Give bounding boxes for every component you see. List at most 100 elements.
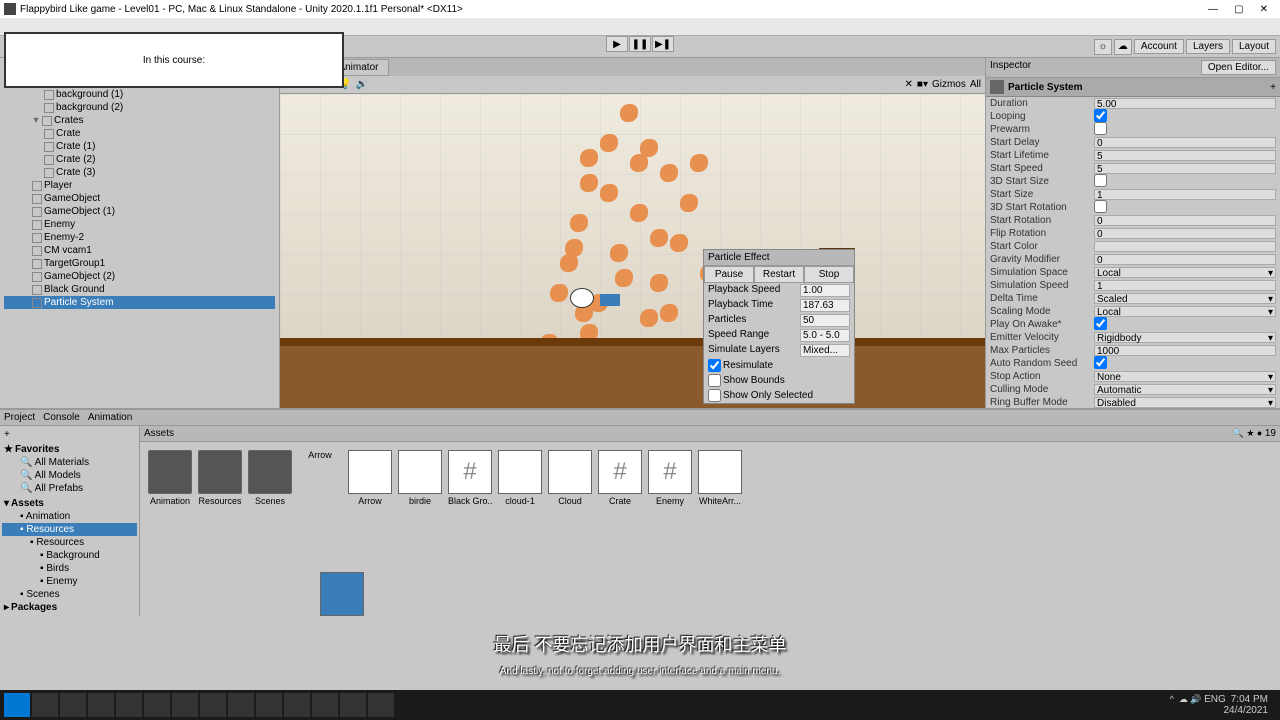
hierarchy-item[interactable]: background (2)	[4, 101, 275, 114]
inspector-property[interactable]: Looping	[986, 110, 1280, 123]
asset-item[interactable]: Cloud	[548, 450, 592, 608]
folder-item[interactable]: ▪ Enemy	[2, 575, 137, 588]
inspector-property[interactable]: Simulation SpaceLocal	[986, 266, 1280, 279]
inspector-property[interactable]: Max Particles1000	[986, 344, 1280, 357]
folder-item[interactable]: ▪ Scenes	[2, 588, 137, 601]
hierarchy-item[interactable]: Crate (3)	[4, 166, 275, 179]
step-button[interactable]: ▶❚	[652, 36, 674, 52]
taskbar-icon[interactable]	[88, 693, 114, 717]
folder-item[interactable]: ▪ Birds	[2, 562, 137, 575]
taskbar-icon[interactable]	[144, 693, 170, 717]
taskbar-icon[interactable]	[228, 693, 254, 717]
inspector-property[interactable]: Start Size1	[986, 188, 1280, 201]
asset-item[interactable]: Animation	[148, 450, 192, 608]
inspector-property[interactable]: Flip Rotation0	[986, 227, 1280, 240]
resimulate-checkbox[interactable]	[708, 359, 721, 372]
hierarchy-item[interactable]: Crate (1)	[4, 140, 275, 153]
inspector-property[interactable]: Start Speed5	[986, 162, 1280, 175]
folder-item[interactable]: ▪ Background	[2, 549, 137, 562]
asset-item[interactable]: #Enemy	[648, 450, 692, 608]
hierarchy-item[interactable]: Black Ground	[4, 283, 275, 296]
tool-icon[interactable]: ☼	[1094, 39, 1112, 55]
inspector-property[interactable]: Ring Buffer ModeDisabled	[986, 396, 1280, 408]
asset-item[interactable]: birdie	[398, 450, 442, 608]
taskbar-icon[interactable]	[32, 693, 58, 717]
add-icon[interactable]: +	[1270, 82, 1276, 93]
pause-button[interactable]: Pause	[704, 266, 754, 283]
open-editor-button[interactable]: Open Editor...	[1201, 60, 1276, 75]
account-button[interactable]: Account	[1134, 39, 1184, 54]
show-bounds-checkbox[interactable]	[708, 374, 721, 387]
hierarchy-item[interactable]: Enemy	[4, 218, 275, 231]
hierarchy-item[interactable]: background (1)	[4, 88, 275, 101]
folder-item[interactable]: ▪ Animation	[2, 510, 137, 523]
inspector-property[interactable]: Emitter VelocityRigidbody	[986, 331, 1280, 344]
taskbar-icon[interactable]	[116, 693, 142, 717]
layers-button[interactable]: Layers	[1186, 39, 1230, 54]
inspector-property[interactable]: Start Rotation0	[986, 214, 1280, 227]
gizmos-dropdown[interactable]: Gizmos	[932, 79, 966, 90]
asset-item[interactable]: #Black Gro...	[448, 450, 492, 608]
folder-item[interactable]: ▪ Resources	[2, 523, 137, 536]
asset-item[interactable]: Resources	[198, 450, 242, 608]
scene-view[interactable]: Particle Effect Pause Restart Stop Playb…	[280, 94, 985, 408]
maximize-icon[interactable]: ▢	[1234, 4, 1243, 15]
asset-item[interactable]: Scenes	[248, 450, 292, 608]
inspector-property[interactable]: Start Color	[986, 240, 1280, 253]
asset-item[interactable]: cloud-1	[498, 450, 542, 608]
asset-item[interactable]: Arrow	[298, 450, 342, 608]
hierarchy-item[interactable]: Enemy-2	[4, 231, 275, 244]
system-tray[interactable]: ^ ☁ 🔊 ENG 7:04 PM24/4/2021	[1170, 694, 1276, 716]
inspector-property[interactable]: Play On Awake*	[986, 318, 1280, 331]
taskbar-icon[interactable]	[284, 693, 310, 717]
show-only-checkbox[interactable]	[708, 389, 721, 402]
hierarchy-item[interactable]: CM vcam1	[4, 244, 275, 257]
favorite-item[interactable]: 🔍 All Materials	[2, 456, 137, 469]
taskbar-icon[interactable]	[256, 693, 282, 717]
hierarchy-item[interactable]: TargetGroup1	[4, 257, 275, 270]
inspector-property[interactable]: Stop ActionNone	[986, 370, 1280, 383]
folder-item[interactable]: ▪ Resources	[2, 536, 137, 549]
hierarchy-item[interactable]: Player	[4, 179, 275, 192]
favorite-item[interactable]: 🔍 All Prefabs	[2, 482, 137, 495]
minimize-icon[interactable]: —	[1208, 4, 1218, 15]
add-asset-button[interactable]: +	[4, 429, 10, 440]
hierarchy-item[interactable]: GameObject	[4, 192, 275, 205]
inspector-property[interactable]: Duration5.00	[986, 97, 1280, 110]
inspector-property[interactable]: 3D Start Size	[986, 175, 1280, 188]
inspector-property[interactable]: Auto Random Seed	[986, 357, 1280, 370]
tab-animation[interactable]: Animation	[88, 412, 132, 423]
close-icon[interactable]: ✕	[1260, 4, 1268, 15]
hierarchy-item[interactable]: Crate (2)	[4, 153, 275, 166]
restart-button[interactable]: Restart	[754, 266, 804, 283]
inspector-property[interactable]: Simulation Speed1	[986, 279, 1280, 292]
taskbar-icon[interactable]	[368, 693, 394, 717]
hierarchy-item[interactable]: Crate	[4, 127, 275, 140]
hierarchy-item[interactable]: Particle System	[4, 296, 275, 309]
asset-item[interactable]: WhiteArr...	[698, 450, 742, 608]
taskbar-icon[interactable]	[312, 693, 338, 717]
inspector-property[interactable]: Culling ModeAutomatic	[986, 383, 1280, 396]
inspector-property[interactable]: Start Delay0	[986, 136, 1280, 149]
stop-button[interactable]: Stop	[804, 266, 854, 283]
inspector-property[interactable]: Scaling ModeLocal	[986, 305, 1280, 318]
taskbar-icon[interactable]	[200, 693, 226, 717]
inspector-property[interactable]: Start Lifetime5	[986, 149, 1280, 162]
tab-console[interactable]: Console	[43, 412, 80, 423]
cloud-icon[interactable]: ☁	[1114, 39, 1132, 55]
inspector-property[interactable]: Prewarm	[986, 123, 1280, 136]
pause-button[interactable]: ❚❚	[629, 36, 651, 52]
taskbar-icon[interactable]	[172, 693, 198, 717]
asset-item[interactable]: #Crate	[598, 450, 642, 608]
search-all[interactable]: All	[970, 79, 981, 90]
hierarchy-item[interactable]: GameObject (1)	[4, 205, 275, 218]
play-button[interactable]: ▶	[606, 36, 628, 52]
hierarchy-item[interactable]: GameObject (2)	[4, 270, 275, 283]
tab-project[interactable]: Project	[4, 412, 35, 423]
inspector-property[interactable]: Gravity Modifier0	[986, 253, 1280, 266]
layout-button[interactable]: Layout	[1232, 39, 1276, 54]
inspector-property[interactable]: 3D Start Rotation	[986, 201, 1280, 214]
taskbar-icon[interactable]	[60, 693, 86, 717]
taskbar-icon[interactable]	[340, 693, 366, 717]
hierarchy-item[interactable]: ▾ Crates	[4, 114, 275, 127]
